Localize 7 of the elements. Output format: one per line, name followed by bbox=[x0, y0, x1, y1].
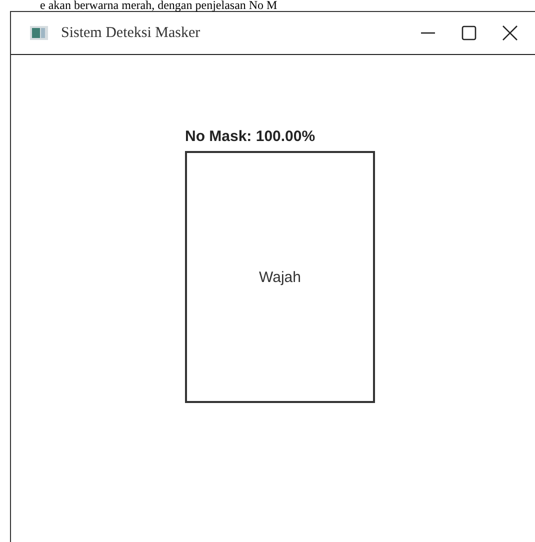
window-title: Sistem Deteksi Masker bbox=[61, 24, 200, 42]
detection-label: No Mask: 100.00% bbox=[185, 128, 316, 145]
maximize-icon[interactable] bbox=[461, 25, 477, 41]
face-box-text: Wajah bbox=[259, 268, 301, 286]
document-text: e akan berwarna merah, dengan penjelasan No M bbox=[39, 0, 278, 11]
app-icon bbox=[30, 26, 48, 40]
close-icon[interactable] bbox=[502, 25, 518, 41]
